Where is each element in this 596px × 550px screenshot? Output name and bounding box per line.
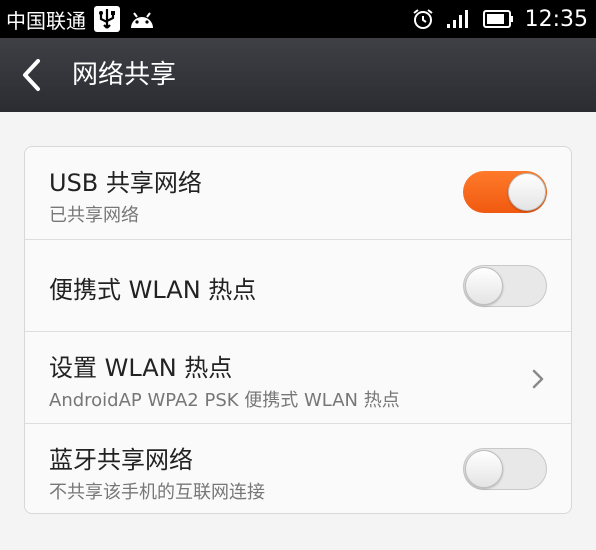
setting-title: 便携式 WLAN 热点 (49, 276, 257, 304)
setting-usb-tethering[interactable]: USB 共享网络 已共享网络 (25, 147, 571, 239)
status-time: 12:35 (524, 6, 588, 32)
status-bar: 中国联通 12:35 (0, 0, 596, 38)
settings-card: USB 共享网络 已共享网络 便携式 WLAN 热点 设置 WLAN 热点 An… (24, 146, 572, 514)
toggle-knob (465, 450, 503, 488)
signal-icon (445, 8, 473, 30)
toggle-knob (465, 267, 503, 305)
setting-bluetooth-tethering[interactable]: 蓝牙共享网络 不共享该手机的互联网连接 (25, 423, 571, 513)
status-right: 12:35 (411, 0, 588, 38)
chevron-right-icon (531, 368, 545, 390)
toggle-knob (508, 173, 546, 211)
bluetooth-tethering-toggle[interactable] (463, 448, 547, 490)
alarm-icon (411, 7, 435, 31)
portable-hotspot-toggle[interactable] (463, 265, 547, 307)
setting-subtitle: AndroidAP WPA2 PSK 便携式 WLAN 热点 (49, 390, 400, 411)
usb-tethering-toggle[interactable] (463, 171, 547, 213)
setting-configure-hotspot[interactable]: 设置 WLAN 热点 AndroidAP WPA2 PSK 便携式 WLAN 热… (25, 331, 571, 423)
setting-title: USB 共享网络 (49, 169, 202, 197)
setting-title: 设置 WLAN 热点 (49, 354, 233, 382)
usb-icon (94, 6, 120, 32)
status-left: 中国联通 (6, 0, 156, 38)
android-icon (128, 8, 156, 30)
setting-subtitle: 已共享网络 (49, 205, 139, 226)
back-arrow-icon[interactable] (18, 56, 44, 94)
title-bar: 网络共享 (0, 38, 596, 112)
setting-subtitle: 不共享该手机的互联网连接 (49, 482, 265, 503)
setting-portable-hotspot[interactable]: 便携式 WLAN 热点 (25, 239, 571, 331)
battery-icon (482, 9, 515, 29)
carrier-label: 中国联通 (6, 8, 86, 33)
page-title: 网络共享 (72, 60, 177, 90)
setting-title: 蓝牙共享网络 (49, 446, 193, 474)
